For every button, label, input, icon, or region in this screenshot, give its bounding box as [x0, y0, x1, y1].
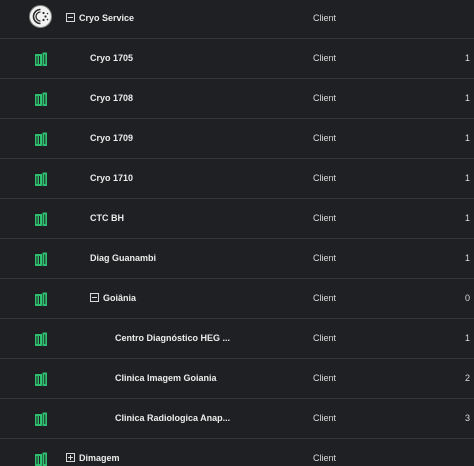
row-type: Client — [313, 453, 337, 463]
row-count: 1 — [464, 253, 470, 263]
building-icon — [35, 452, 47, 466]
row-count: 2 — [464, 373, 470, 383]
client-tree: Cryo Service Client Cryo 1705 Client 1 C… — [0, 0, 474, 466]
tree-row-centro-diagnostico-heg[interactable]: Centro Diagnóstico HEG ... Client 1 — [0, 319, 474, 359]
tree-row-cryo-1705[interactable]: Cryo 1705 Client 1 — [0, 39, 474, 79]
row-count: 3 — [464, 413, 470, 423]
row-name: Cryo 1710 — [90, 173, 134, 183]
row-count: 1 — [464, 53, 470, 63]
row-name: Centro Diagnóstico HEG ... — [115, 333, 231, 343]
tree-row-cryo-1708[interactable]: Cryo 1708 Client 1 — [0, 79, 474, 119]
row-type: Client — [313, 13, 337, 23]
row-name: Cryo 1705 — [90, 53, 134, 63]
row-type: Client — [313, 253, 337, 263]
row-type: Client — [313, 93, 337, 103]
building-icon — [35, 372, 47, 386]
building-icon — [35, 52, 47, 66]
building-icon — [35, 212, 47, 226]
avatar-icon — [29, 5, 52, 28]
collapse-toggle-icon[interactable] — [90, 293, 99, 302]
tree-row-cryo-service[interactable]: Cryo Service Client — [0, 0, 474, 39]
row-type: Client — [313, 413, 337, 423]
building-icon — [35, 92, 47, 106]
row-count: 1 — [464, 213, 470, 223]
row-type: Client — [313, 53, 337, 63]
row-type: Client — [313, 133, 337, 143]
row-type: Client — [313, 173, 337, 183]
building-icon — [35, 132, 47, 146]
tree-row-clinica-radiologica-anap[interactable]: Clinica Radiologica Anap... Client 3 — [0, 399, 474, 439]
row-type: Client — [313, 213, 337, 223]
expand-toggle-icon[interactable] — [66, 453, 75, 462]
row-name: Diag Guanambi — [90, 253, 157, 263]
row-name: Cryo 1708 — [90, 93, 134, 103]
row-count: 0 — [464, 293, 470, 303]
row-count: 1 — [464, 173, 470, 183]
building-icon — [35, 292, 47, 306]
row-type: Client — [313, 333, 337, 343]
building-icon — [35, 172, 47, 186]
row-name: Dimagem — [79, 453, 120, 463]
row-name: Goiânia — [103, 293, 137, 303]
tree-row-goiania[interactable]: Goiânia Client 0 — [0, 279, 474, 319]
row-type: Client — [313, 293, 337, 303]
tree-row-cryo-1710[interactable]: Cryo 1710 Client 1 — [0, 159, 474, 199]
building-icon — [35, 332, 47, 346]
building-icon — [35, 252, 47, 266]
row-count: 1 — [464, 93, 470, 103]
building-icon — [35, 412, 47, 426]
collapse-toggle-icon[interactable] — [66, 13, 75, 22]
row-name: Clinica Imagem Goiania — [115, 373, 217, 383]
row-name: Cryo 1709 — [90, 133, 134, 143]
tree-row-clinica-imagem-goiania[interactable]: Clinica Imagem Goiania Client 2 — [0, 359, 474, 399]
row-name: Clinica Radiologica Anap... — [115, 413, 231, 423]
tree-row-dimagem[interactable]: Dimagem Client — [0, 439, 474, 466]
row-count: 1 — [464, 333, 470, 343]
tree-row-cryo-1709[interactable]: Cryo 1709 Client 1 — [0, 119, 474, 159]
row-name: CTC BH — [90, 213, 124, 223]
row-name: Cryo Service — [79, 13, 135, 23]
tree-row-diag-guanambi[interactable]: Diag Guanambi Client 1 — [0, 239, 474, 279]
row-type: Client — [313, 373, 337, 383]
row-count: 1 — [464, 133, 470, 143]
tree-row-ctc-bh[interactable]: CTC BH Client 1 — [0, 199, 474, 239]
